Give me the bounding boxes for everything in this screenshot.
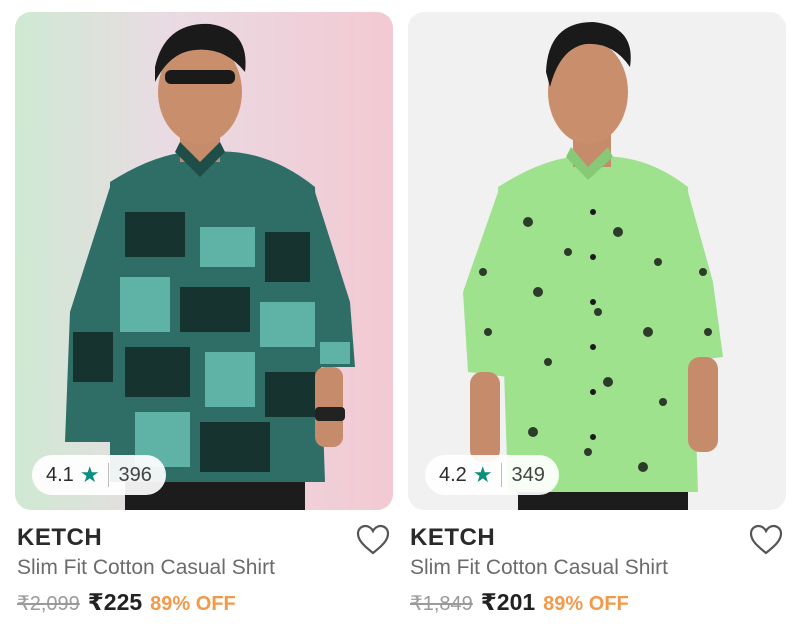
review-count: 396 <box>118 463 152 486</box>
review-count: 349 <box>511 463 545 486</box>
rating-value: 4.2 <box>439 463 467 486</box>
product-card[interactable]: 4.1 ★ 396 KETCH Slim Fit Cotton Casual S… <box>15 0 393 638</box>
model-green-shirt-illustration <box>463 22 723 510</box>
price-row: ₹1,849 ₹201 89% OFF <box>410 589 629 616</box>
model-teal-shirt-illustration <box>65 23 355 510</box>
discount-label: 89% OFF <box>150 593 236 615</box>
brand-name: KETCH <box>410 524 496 551</box>
brand-name: KETCH <box>17 524 103 551</box>
discount-label: 89% OFF <box>543 593 629 615</box>
product-title: Slim Fit Cotton Casual Shirt <box>410 556 668 579</box>
price-row: ₹2,099 ₹225 89% OFF <box>17 589 236 616</box>
product-image[interactable] <box>408 12 786 510</box>
product-card[interactable]: 4.2 ★ 349 KETCH Slim Fit Cotton Casual S… <box>408 0 786 638</box>
rating-badge: 4.1 ★ 396 <box>32 455 166 495</box>
product-image[interactable] <box>15 12 393 510</box>
original-price: ₹2,099 <box>17 593 80 615</box>
rating-badge: 4.2 ★ 349 <box>425 455 559 495</box>
rating-divider <box>107 463 109 487</box>
sale-price: ₹201 <box>480 589 536 615</box>
rating-divider <box>500 463 502 487</box>
original-price: ₹1,849 <box>410 593 473 615</box>
star-icon: ★ <box>79 462 100 487</box>
wishlist-heart-icon[interactable] <box>748 522 784 558</box>
wishlist-heart-icon[interactable] <box>355 522 391 558</box>
rating-value: 4.1 <box>46 463 74 486</box>
sale-price: ₹225 <box>87 589 143 615</box>
product-title: Slim Fit Cotton Casual Shirt <box>17 556 275 579</box>
star-icon: ★ <box>472 462 493 487</box>
product-grid: 4.1 ★ 396 KETCH Slim Fit Cotton Casual S… <box>0 0 800 638</box>
